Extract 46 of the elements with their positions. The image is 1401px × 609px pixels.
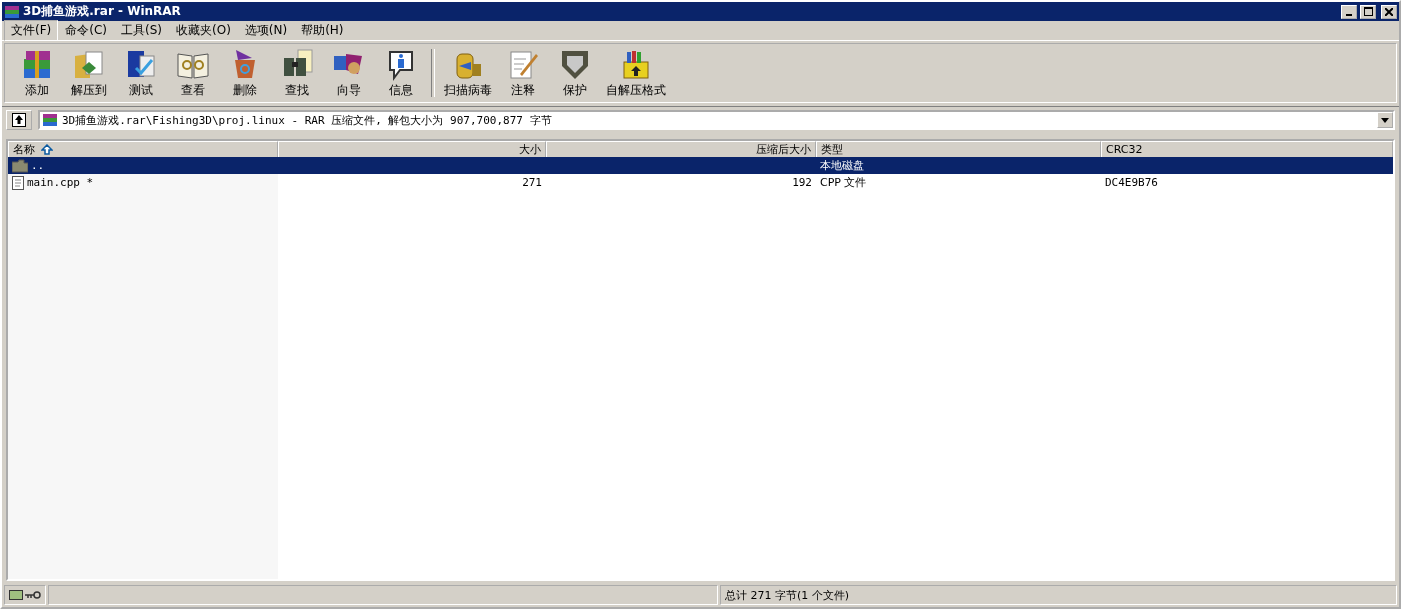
menu-item[interactable]: 工具(S) — [114, 20, 169, 41]
toolbar-button[interactable]: 自解压格式 — [603, 45, 669, 101]
toolbar-button[interactable]: 查看 — [169, 45, 217, 101]
table-cell: 271 — [522, 176, 542, 189]
menu-item[interactable]: 选项(N) — [237, 20, 295, 41]
close-icon — [1385, 7, 1393, 16]
toolbar-button[interactable]: 删除 — [221, 45, 269, 101]
path-text: 3D捕鱼游戏.rar\Fishing3D\proj.linux - RAR 压缩文件, 解包大小为 907,700,877 字节 — [62, 112, 553, 128]
toolbar-button[interactable]: 添加 — [13, 45, 61, 101]
minimize-icon — [1346, 13, 1352, 16]
app-icon — [4, 3, 20, 20]
table-cell: .. — [31, 159, 45, 172]
menu-item[interactable]: 命令(C) — [58, 20, 114, 41]
table-cell: 本地磁盘 — [820, 158, 864, 173]
window-title: 3D捕鱼游戏.rar - WinRAR — [23, 3, 182, 20]
toolbar-button[interactable]: 向导 — [325, 45, 373, 101]
up-folder-button[interactable] — [6, 110, 32, 130]
file-icon — [12, 175, 24, 190]
toolbar-button[interactable]: 扫描病毒 — [441, 45, 495, 101]
menu-item[interactable]: 帮助(H) — [294, 20, 351, 41]
table-cell: 192 — [792, 176, 812, 189]
toolbar-button[interactable]: 查找 — [273, 45, 321, 101]
toolbar-button[interactable]: 注释 — [499, 45, 547, 101]
menu-item[interactable]: 收藏夹(O) — [169, 20, 238, 41]
toolbar-button[interactable]: 解压到 — [65, 45, 113, 101]
toolbar-button[interactable]: 保护 — [551, 45, 599, 101]
folder-icon — [12, 158, 28, 173]
status-text: 总计 271 字节(1 个文件) — [725, 587, 850, 603]
maximize-icon — [1363, 7, 1373, 16]
toolbar-button[interactable]: 测试 — [117, 45, 165, 101]
minimize-button[interactable] — [1341, 4, 1357, 19]
dropdown-button[interactable] — [1377, 112, 1393, 128]
file-row[interactable]: .. 本地磁盘 — [8, 157, 1393, 174]
archive-icon — [42, 112, 58, 128]
maximize-button[interactable] — [1360, 4, 1376, 19]
table-cell: CPP 文件 — [820, 175, 867, 190]
key-icon — [25, 590, 41, 600]
toolbar-button[interactable]: 信息 — [377, 45, 425, 101]
path-combo-box[interactable]: 3D捕鱼游戏.rar\Fishing3D\proj.linux - RAR 压缩文件, 解包大小为 907,700,877 字节 — [38, 110, 1395, 130]
table-cell: main.cpp * — [27, 176, 94, 189]
close-button[interactable] — [1381, 4, 1397, 19]
table-cell: DC4E9B76 — [1105, 176, 1158, 189]
menu-item[interactable]: 文件(F) — [4, 20, 59, 41]
file-row[interactable]: main.cpp * 271 192 CPP 文件 DC4E9B76 — [8, 174, 1393, 191]
drive-icon — [9, 590, 23, 600]
caret-icon — [1381, 117, 1389, 123]
